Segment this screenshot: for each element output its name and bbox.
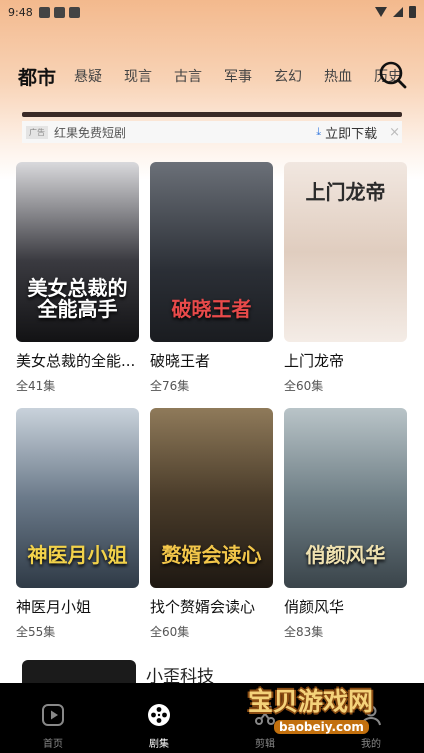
drama-poster[interactable]: 俏颜风华 [284,408,407,588]
banner-strip [22,112,402,117]
episode-count: 全60集 [284,379,324,393]
nav-clips[interactable]: 剪辑 [212,683,318,753]
poster-title: 俏颜风华 [305,543,386,567]
drama-title[interactable]: 美女总裁的全能... [16,350,139,371]
tab-guyan[interactable]: 古言 [174,66,202,86]
ad-download-button[interactable]: ⤓ 立即下载 [316,123,377,142]
nav-home[interactable]: 首页 [0,683,106,753]
search-icon[interactable] [378,60,408,90]
poster-title: 上门龙帝 [305,180,386,204]
drama-title[interactable]: 俏颜风华 [284,596,407,617]
episode-count: 全55集 [16,625,56,639]
tab-xuanhuan[interactable]: 玄幻 [274,66,302,86]
tab-dushi[interactable]: 都市 [18,63,56,90]
episode-count: 全76集 [150,379,190,393]
nav-home-label: 首页 [43,739,63,750]
drama-title[interactable]: 上门龙帝 [284,350,407,371]
status-time: 9:48 [8,5,33,19]
nav-series-label: 剧集 [149,739,169,750]
film-reel-icon [148,704,170,726]
signal-icon [393,7,403,17]
ad-close-icon[interactable]: × [389,125,400,140]
notification-icon [53,6,65,18]
notification-icon [68,6,80,18]
drama-card[interactable]: 神医月小姐 神医月小姐 全55集 [16,408,139,640]
download-icon: ⤓ [316,125,322,138]
poster-title: 破晓王者 [171,297,252,321]
play-icon [42,704,64,726]
poster-title: 美女总裁的全能高手 [27,276,128,321]
poster-title: 赘婿会读心 [161,543,262,567]
nav-profile-label: 我的 [361,739,381,750]
notification-icon [38,6,50,18]
drama-card[interactable]: 破晓王者 破晓王者 全76集 [150,162,273,394]
drama-title[interactable]: 找个赘婿会读心 [150,596,273,617]
drama-poster[interactable]: 神医月小姐 [16,408,139,588]
ad-text: 红果免费短剧 [54,125,127,140]
drama-poster[interactable]: 上门龙帝 [284,162,407,342]
category-tabs: 都市 悬疑 现言 古言 军事 玄幻 热血 历史 [0,58,424,94]
tab-rexue[interactable]: 热血 [324,66,352,86]
scissors-icon [255,705,275,725]
bottom-nav: 首页 剧集 剪辑 我的 [0,683,424,753]
drama-poster[interactable]: 美女总裁的全能高手 [16,162,139,342]
drama-card[interactable]: 俏颜风华 俏颜风华 全83集 [284,408,407,640]
wifi-icon [375,7,387,17]
drama-poster[interactable]: 破晓王者 [150,162,273,342]
episode-count: 全83集 [284,625,324,639]
drama-card[interactable]: 美女总裁的全能高手 美女总裁的全能... 全41集 [16,162,139,394]
tab-junshi[interactable]: 军事 [224,66,252,86]
status-bar: 9:48 [0,0,424,24]
nav-clips-label: 剪辑 [255,739,275,750]
poster-title: 神医月小姐 [27,543,128,567]
nav-profile[interactable]: 我的 [318,683,424,753]
battery-icon [409,6,416,18]
drama-title[interactable]: 神医月小姐 [16,596,139,617]
ad-download-label: 立即下载 [325,126,378,142]
drama-title[interactable]: 破晓王者 [150,350,273,371]
nav-series[interactable]: 剧集 [106,683,212,753]
ad-banner[interactable]: 广告 红果免费短剧 ⤓ 立即下载 × [22,121,402,143]
tab-xianyan[interactable]: 现言 [124,66,152,86]
ad-badge: 广告 [26,125,48,139]
drama-poster[interactable]: 赘婿会读心 [150,408,273,588]
drama-card[interactable]: 上门龙帝 上门龙帝 全60集 [284,162,407,394]
episode-count: 全60集 [150,625,190,639]
tab-xuanyi[interactable]: 悬疑 [74,66,102,86]
user-icon [361,705,381,726]
drama-card[interactable]: 赘婿会读心 找个赘婿会读心 全60集 [150,408,273,640]
episode-count: 全41集 [16,379,56,393]
